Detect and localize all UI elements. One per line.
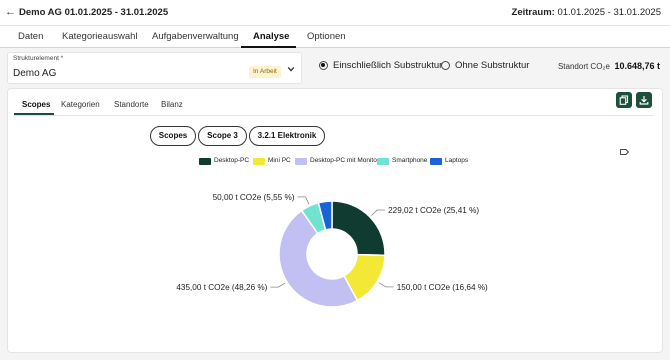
structure-element-value: Demo AG (13, 68, 57, 79)
data-label-desktop-pc: 229,02 t CO2e (25,41 %) (388, 206, 479, 215)
standort-label: Standort CO₂e (557, 62, 610, 71)
structure-element-label: Strukturelement * (13, 55, 64, 62)
leader-line (371, 209, 386, 216)
radio-without-label: Ohne Substruktur (455, 60, 530, 71)
leader-line (297, 196, 310, 205)
donut-chart: 229,02 t CO2e (25,41 %) 150,00 t CO2e (16… (176, 193, 488, 308)
tab-analyse[interactable]: Analyse (253, 31, 289, 42)
back-arrow-icon[interactable]: ← (5, 6, 16, 18)
active-tab-indicator (241, 46, 296, 48)
structure-element-select[interactable]: Strukturelement * Demo AG In Arbeit (7, 52, 302, 84)
radio-button-checked[interactable] (319, 61, 328, 70)
status-badge: In Arbeit (249, 66, 281, 78)
data-label-mini-pc: 150,00 t CO2e (16,64 %) (397, 283, 488, 292)
top-bar: ← Demo AG 01.01.2025 - 31.01.2025 Zeitra… (0, 0, 670, 26)
period-display: Zeitraum: 01.01.2025 - 31.01.2025 (512, 7, 661, 18)
chevron-down-icon[interactable] (287, 65, 295, 73)
standort-value: 10.648,76 t (614, 61, 660, 71)
radio-button-unchecked[interactable] (441, 61, 450, 70)
period-value: 01.01.2025 - 31.01.2025 (557, 7, 661, 18)
donut-slice-desktop-pc[interactable] (331, 200, 386, 257)
tab-optionen[interactable]: Optionen (307, 31, 346, 42)
analysis-card: Scopes Kategorien Standorte Bilanz Scope… (7, 88, 663, 353)
leader-line (270, 282, 286, 288)
tab-kategorieauswahl[interactable]: Kategorieauswahl (62, 31, 138, 42)
tab-daten[interactable]: Daten (18, 31, 43, 42)
page-title: Demo AG 01.01.2025 - 31.01.2025 (19, 7, 169, 18)
data-label-smartphone: 50,00 t CO2e (5,55 %) (213, 193, 295, 202)
standort-co2e: Standort CO₂e 10.648,76 t (558, 61, 660, 71)
main-tabs: Daten Kategorieauswahl Aufgabenverwaltun… (0, 26, 670, 48)
radio-with-label: Einschließlich Substruktur (333, 60, 443, 71)
data-label-desktop-pc-monitor: 435,00 t CO2e (48,26 %) (176, 283, 267, 292)
leader-line (378, 282, 394, 288)
tab-aufgabenverwaltung[interactable]: Aufgabenverwaltung (152, 31, 239, 42)
period-label: Zeitraum: (511, 7, 555, 18)
